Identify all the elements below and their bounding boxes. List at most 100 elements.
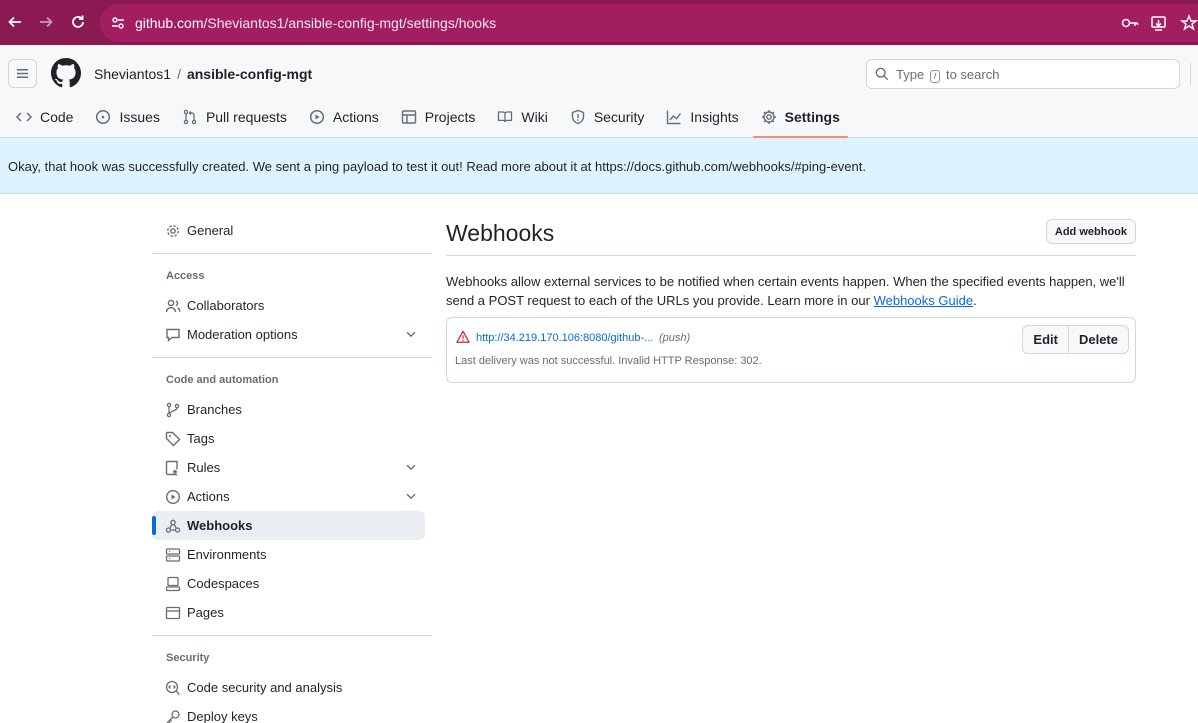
sidebar-item-actions[interactable]: Actions bbox=[152, 482, 432, 511]
description-text: Webhooks allow external services to be n… bbox=[446, 274, 1125, 308]
repo-link[interactable]: ansible-config-mgt bbox=[187, 66, 312, 82]
password-key-icon[interactable] bbox=[1121, 14, 1139, 32]
header-divider bbox=[1190, 63, 1191, 85]
site-settings-icon[interactable] bbox=[110, 15, 126, 31]
sidebar-heading-code: Code and automation bbox=[166, 374, 279, 386]
sidebar-item-label: Code security and analysis bbox=[187, 680, 343, 695]
tab-label: Settings bbox=[784, 109, 840, 125]
tab-code[interactable]: Code bbox=[8, 102, 81, 132]
edit-button[interactable]: Edit bbox=[1023, 326, 1068, 353]
sidebar-item-label: General bbox=[187, 223, 234, 238]
tab-actions[interactable]: Actions bbox=[301, 102, 387, 132]
tab-label: Issues bbox=[119, 109, 160, 125]
sidebar-item-label: Rules bbox=[187, 460, 221, 475]
browser-toolbar: github.com/Sheviantos1/ansible-config-mg… bbox=[0, 0, 1198, 45]
add-webhook-button[interactable]: Add webhook bbox=[1045, 219, 1136, 244]
delete-button[interactable]: Delete bbox=[1067, 326, 1128, 353]
chevron-down-icon[interactable] bbox=[404, 489, 418, 503]
sidebar-item-deploy-keys[interactable]: Deploy keys bbox=[152, 702, 432, 723]
sidebar-item-rules[interactable]: Rules bbox=[152, 453, 432, 482]
sidebar-item-code-security[interactable]: Code security and analysis bbox=[152, 673, 432, 702]
address-bar[interactable]: github.com/Sheviantos1/ansible-config-mg… bbox=[100, 4, 1198, 42]
tab-settings[interactable]: Settings bbox=[752, 102, 849, 138]
reload-icon[interactable] bbox=[68, 12, 88, 32]
repo-tabs: Code Issues Pull requests Actions Projec… bbox=[8, 102, 854, 138]
owner-link[interactable]: Sheviantos1 bbox=[94, 66, 171, 82]
people-icon bbox=[165, 299, 181, 312]
sidebar-item-webhooks[interactable]: Webhooks bbox=[152, 511, 425, 540]
tab-insights[interactable]: Insights bbox=[658, 102, 746, 132]
back-icon[interactable] bbox=[5, 12, 25, 32]
sidebar-item-label: Actions bbox=[187, 489, 230, 504]
chevron-down-icon[interactable] bbox=[404, 460, 418, 474]
sidebar-item-label: Moderation options bbox=[187, 327, 298, 342]
server-icon bbox=[165, 547, 181, 562]
webhook-delivery-status: Last delivery was not successful. Invali… bbox=[455, 355, 762, 367]
tab-pull-requests[interactable]: Pull requests bbox=[174, 102, 295, 132]
tab-projects[interactable]: Projects bbox=[393, 102, 484, 132]
sidebar-item-tags[interactable]: Tags bbox=[152, 424, 432, 453]
search-prefix: Type bbox=[896, 67, 925, 82]
url-path: /Sheviantos1/ansible-config-mgt/settings… bbox=[203, 15, 497, 31]
webhook-icon bbox=[165, 519, 181, 533]
pull-request-icon bbox=[183, 109, 197, 125]
sidebar-item-label: Pages bbox=[187, 605, 224, 620]
bookmark-star-icon[interactable] bbox=[1179, 14, 1198, 32]
webhook-item: http://34.219.170.106:8080/github-... (p… bbox=[446, 317, 1136, 383]
sidebar-divider bbox=[152, 253, 432, 254]
tab-label: Wiki bbox=[521, 109, 548, 125]
webhook-url-link[interactable]: http://34.219.170.106:8080/github-... bbox=[476, 332, 653, 344]
tab-wiki[interactable]: Wiki bbox=[489, 102, 555, 132]
search-icon bbox=[875, 67, 889, 81]
key-icon bbox=[166, 709, 180, 723]
flash-notice: Okay, that hook was successfully created… bbox=[0, 138, 1198, 194]
menu-button[interactable] bbox=[8, 59, 37, 88]
tab-security[interactable]: Security bbox=[562, 102, 653, 132]
sidebar-item-branches[interactable]: Branches bbox=[152, 395, 432, 424]
comment-icon bbox=[166, 328, 180, 342]
play-icon bbox=[309, 109, 324, 125]
sidebar-divider bbox=[152, 635, 432, 636]
code-icon bbox=[16, 112, 32, 122]
tab-issues[interactable]: Issues bbox=[87, 102, 167, 132]
table-icon bbox=[401, 110, 416, 124]
book-icon bbox=[498, 111, 513, 123]
webhooks-description: Webhooks allow external services to be n… bbox=[446, 272, 1136, 310]
search-input[interactable]: Type / to search bbox=[866, 59, 1180, 89]
page-title: Webhooks bbox=[446, 220, 555, 246]
sidebar-item-collaborators[interactable]: Collaborators bbox=[152, 291, 432, 320]
tab-label: Pull requests bbox=[205, 109, 287, 125]
search-suffix: to search bbox=[945, 67, 1000, 82]
sidebar-item-moderation[interactable]: Moderation options bbox=[152, 320, 432, 349]
codescan-icon bbox=[165, 680, 180, 695]
sidebar-item-general[interactable]: General bbox=[152, 216, 432, 245]
shield-icon bbox=[571, 109, 585, 125]
breadcrumb-separator: / bbox=[177, 66, 181, 82]
url-text: github.com/Sheviantos1/ansible-config-mg… bbox=[135, 15, 496, 31]
description-period: . bbox=[973, 293, 977, 308]
install-app-icon[interactable] bbox=[1150, 14, 1168, 32]
forward-icon[interactable] bbox=[36, 12, 56, 32]
github-logo-icon[interactable] bbox=[51, 58, 81, 88]
sidebar-heading-security: Security bbox=[166, 652, 210, 664]
flash-message: Okay, that hook was successfully created… bbox=[8, 159, 866, 174]
sidebar-item-environments[interactable]: Environments bbox=[152, 540, 432, 569]
graph-icon bbox=[667, 110, 682, 125]
tab-label: Code bbox=[40, 109, 74, 125]
tab-label: Projects bbox=[424, 109, 476, 125]
tab-label: Actions bbox=[332, 109, 379, 125]
sidebar-item-pages[interactable]: Pages bbox=[152, 598, 432, 627]
settings-sidebar: General Access Collaborators Moderation … bbox=[152, 214, 432, 723]
chevron-down-icon[interactable] bbox=[404, 327, 418, 341]
hamburger-icon bbox=[16, 69, 29, 78]
gear-icon bbox=[761, 110, 776, 124]
webhooks-guide-link[interactable]: Webhooks Guide bbox=[874, 293, 974, 308]
repo-push-icon bbox=[165, 460, 178, 475]
gear-icon bbox=[167, 224, 179, 237]
webhook-events: (push) bbox=[659, 332, 691, 344]
sidebar-item-label: Environments bbox=[187, 547, 267, 562]
sidebar-item-label: Codespaces bbox=[187, 576, 260, 591]
url-host: github.com bbox=[135, 15, 204, 31]
tab-label: Security bbox=[593, 109, 645, 125]
sidebar-item-codespaces[interactable]: Codespaces bbox=[152, 569, 432, 598]
